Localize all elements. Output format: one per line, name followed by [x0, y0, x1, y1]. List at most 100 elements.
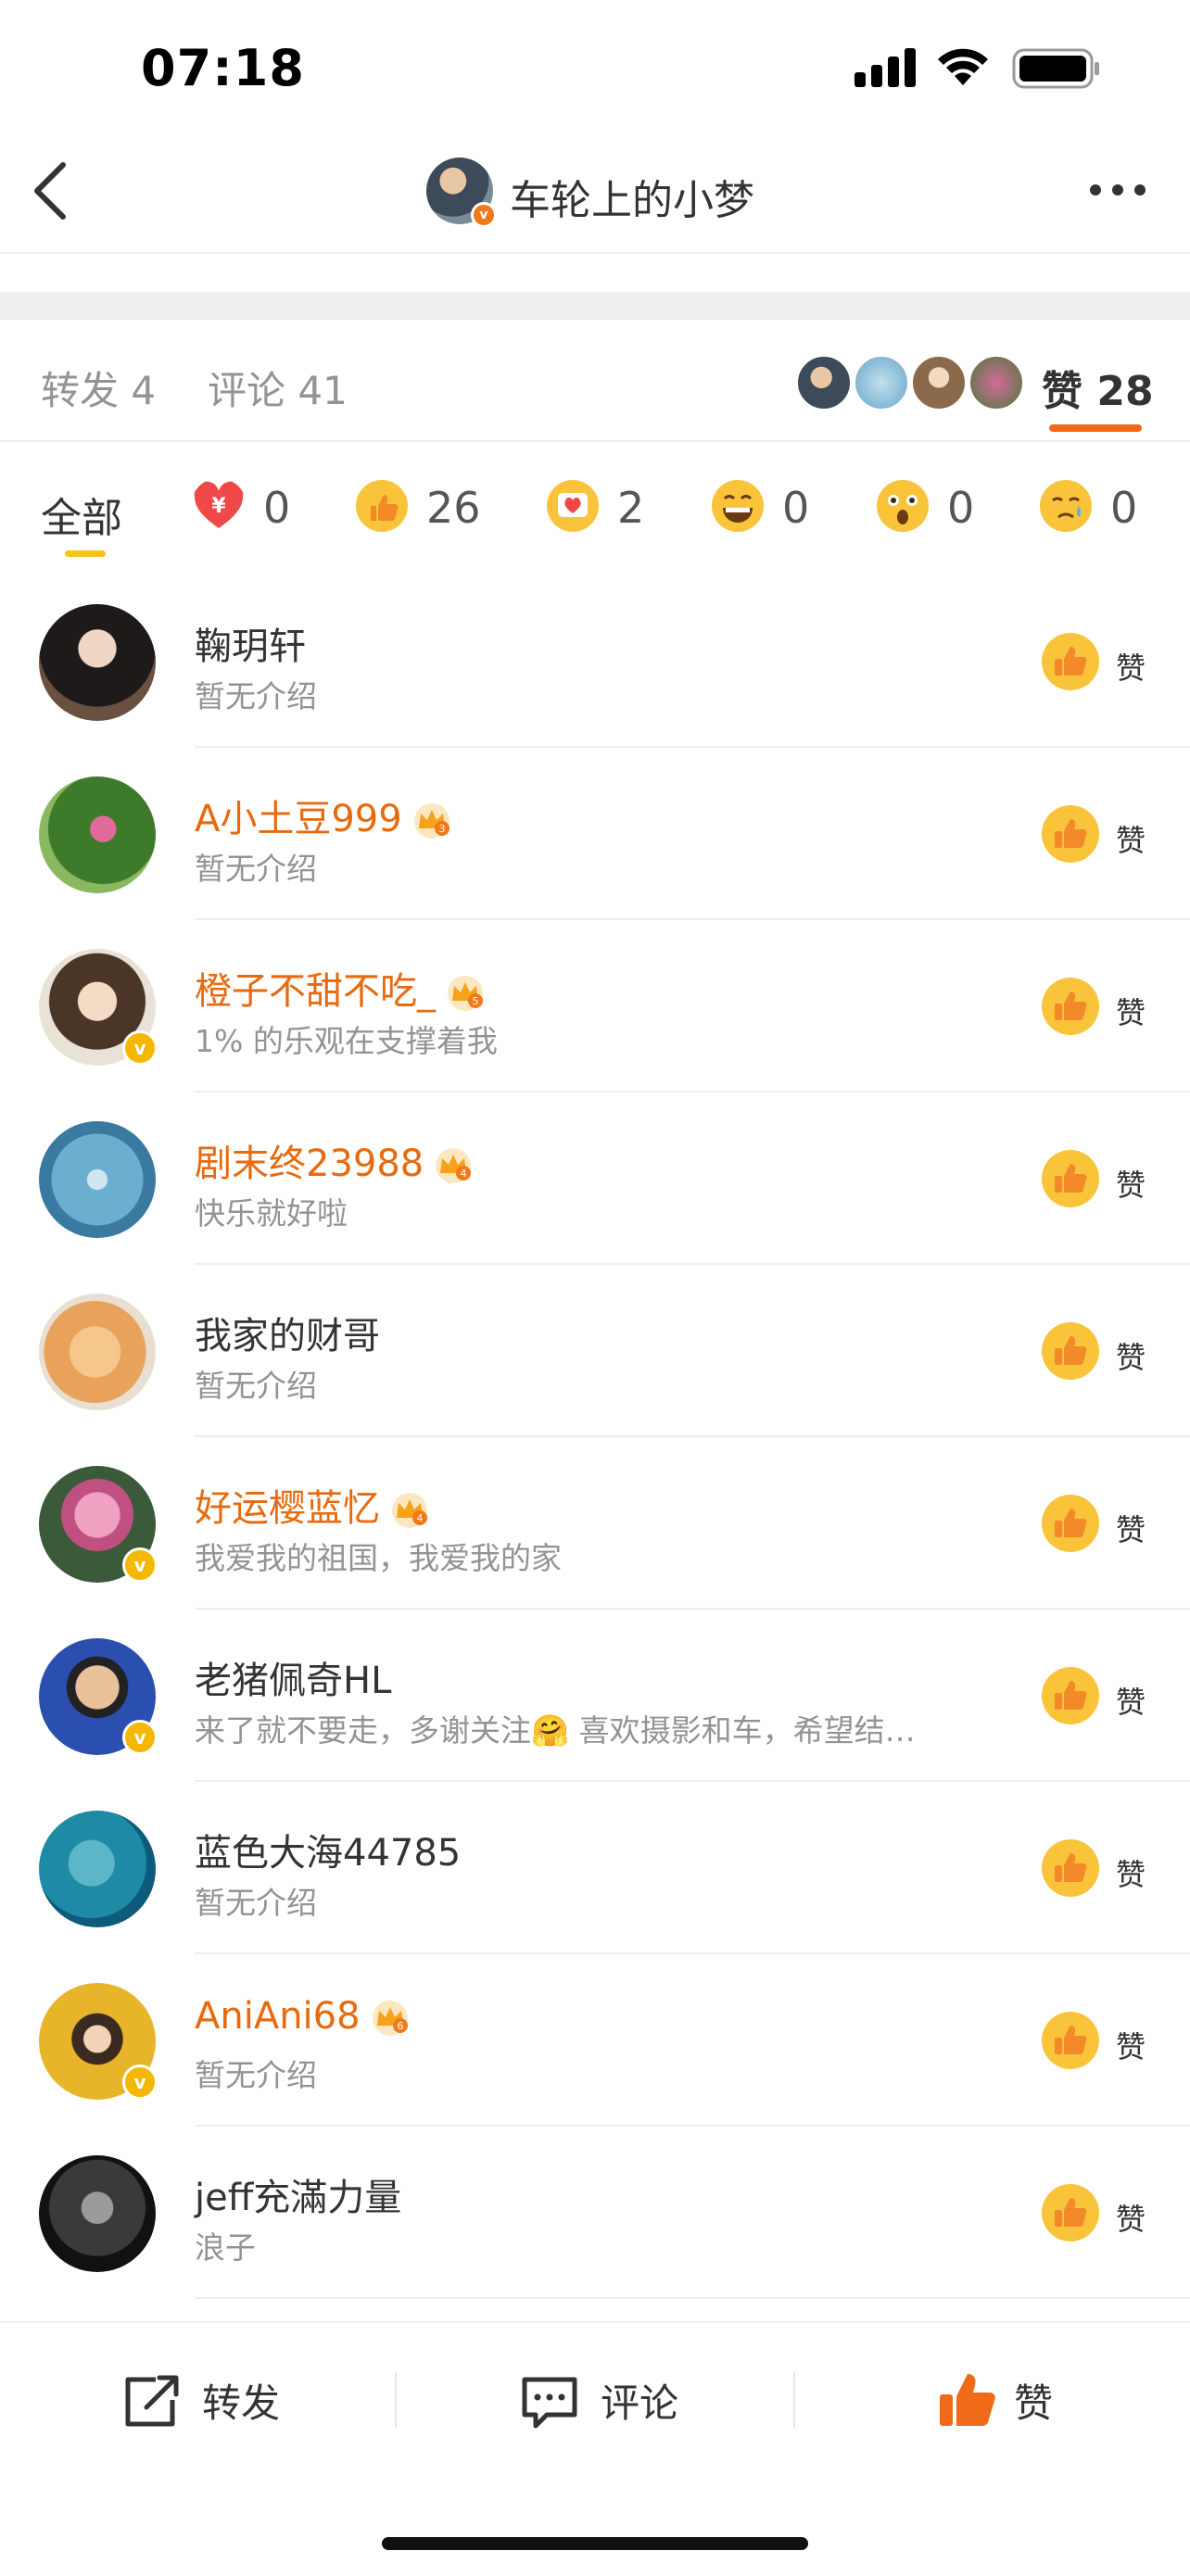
comment-button[interactable]: 评论	[601, 2372, 678, 2429]
user-name[interactable]: 老猪佩奇HL	[195, 1650, 391, 1704]
user-avatar[interactable]	[39, 604, 156, 721]
reaction-count: 0	[782, 483, 810, 533]
like-thumb-icon[interactable]	[1042, 1150, 1099, 1207]
user-avatar[interactable]	[39, 1811, 156, 1927]
verified-badge: v	[122, 1720, 158, 1755]
like-thumb-icon[interactable]	[1042, 2012, 1099, 2069]
back-chevron-icon[interactable]	[28, 158, 74, 224]
user-name[interactable]: 蓝色大海44785	[195, 1823, 461, 1876]
like-thumb-icon[interactable]	[1042, 1322, 1099, 1380]
comment-icon[interactable]	[519, 2374, 580, 2430]
user-avatar[interactable]	[39, 2155, 156, 2272]
like-label: 赞	[1116, 650, 1146, 686]
like-label: 赞	[1116, 2202, 1146, 2237]
toolbar-separator	[395, 2372, 397, 2428]
reaction-count: 0	[263, 483, 291, 533]
user-name[interactable]: 鞠玥轩	[195, 616, 306, 670]
vip-crown-icon: 6	[372, 2001, 408, 2036]
user-name-text: 剧末终23988	[195, 1143, 424, 1185]
user-bio: 1% 的乐观在支撑着我	[195, 1023, 498, 1059]
like-label: 赞	[1116, 823, 1146, 858]
row-divider	[195, 1263, 1190, 1265]
like-thumb-icon[interactable]	[1042, 978, 1099, 1035]
svg-text:¥: ¥	[211, 495, 226, 518]
user-name[interactable]: AniAni68 6	[195, 1995, 411, 2038]
vip-crown-icon: 4	[436, 1148, 472, 1183]
crying-emoji-icon[interactable]	[1038, 478, 1094, 534]
user-name[interactable]: 好运樱蓝忆 4	[195, 1478, 430, 1532]
user-name[interactable]: 我家的财哥	[195, 1306, 380, 1359]
reaction-count: 0	[1110, 483, 1138, 533]
section-separator	[0, 292, 1190, 320]
row-divider	[195, 1952, 1190, 1954]
verified-badge: v	[122, 1030, 158, 1066]
repost-icon[interactable]	[122, 2374, 184, 2430]
user-avatar[interactable]	[39, 1121, 156, 1238]
vip-crown-icon: 4	[392, 1493, 427, 1528]
thumbs-up-emoji-icon[interactable]	[354, 478, 410, 534]
thumbs-up-icon[interactable]	[936, 2368, 997, 2430]
vip-crown-icon: 5	[448, 976, 483, 1011]
user-name[interactable]: A小土豆999 3	[195, 789, 452, 842]
row-divider	[195, 1608, 1190, 1610]
surprised-emoji-icon[interactable]	[875, 478, 930, 534]
like-thumb-icon[interactable]	[1042, 2184, 1099, 2241]
tab-comment[interactable]: 评论 41	[208, 360, 348, 416]
row-divider	[195, 1780, 1190, 1782]
like-thumb-icon[interactable]	[1042, 1839, 1099, 1897]
row-divider	[195, 1091, 1190, 1092]
row-divider	[195, 1435, 1190, 1437]
home-indicator	[382, 2537, 808, 2550]
verified-badge: v	[471, 202, 497, 228]
user-bio: 暂无介绍	[195, 2057, 317, 2093]
tab-likes[interactable]: 赞 28	[1042, 358, 1154, 417]
row-divider	[195, 918, 1190, 920]
reaction-count: 2	[617, 483, 645, 533]
wifi-icon	[938, 48, 988, 85]
laughing-emoji-icon[interactable]	[710, 478, 766, 534]
toolbar-separator	[793, 2372, 795, 2428]
user-avatar[interactable]	[39, 1294, 156, 1410]
heart-card-emoji-icon[interactable]	[545, 478, 601, 534]
battery-icon	[1012, 48, 1099, 89]
user-bio: 浪子	[195, 2229, 256, 2266]
filter-all[interactable]: 全部	[41, 485, 122, 544]
row-divider	[195, 746, 1190, 748]
like-label: 赞	[1116, 1857, 1146, 1892]
vip-crown-icon: 3	[413, 803, 449, 839]
page-title[interactable]: 车轮上的小梦	[510, 167, 754, 226]
row-divider	[195, 2297, 1190, 2299]
vip-level: 5	[473, 995, 479, 1007]
user-name[interactable]: jeff充滿力量	[195, 2167, 401, 2221]
more-options-icon[interactable]	[1086, 180, 1149, 200]
user-name[interactable]: 剧末终23988 4	[195, 1133, 474, 1187]
yuan-heart-icon[interactable]: ¥	[191, 478, 247, 534]
liker-avatar	[968, 354, 1025, 411]
tab-likes-count: 28	[1096, 368, 1154, 415]
like-thumb-icon[interactable]	[1042, 1495, 1099, 1552]
user-bio: 我爱我的祖国，我爱我的家	[195, 1540, 562, 1576]
like-label: 赞	[1116, 1168, 1146, 1203]
like-thumb-icon[interactable]	[1042, 1667, 1099, 1724]
vip-level: 6	[397, 2020, 403, 2032]
cellular-signal-icon	[855, 48, 916, 87]
user-name[interactable]: 橙子不甜不吃_ 5	[195, 961, 486, 1015]
verified-badge: v	[122, 2065, 158, 2100]
tab-repost[interactable]: 转发 4	[41, 360, 156, 416]
like-thumb-icon[interactable]	[1042, 633, 1099, 690]
like-button[interactable]: 赞	[1014, 2372, 1053, 2429]
vip-level: 3	[438, 823, 445, 835]
liker-avatar	[795, 354, 853, 411]
like-label: 赞	[1116, 995, 1146, 1030]
status-time: 07:18	[141, 39, 305, 97]
user-bio: 快乐就好啦	[195, 1195, 348, 1231]
user-bio: 暂无介绍	[195, 851, 317, 887]
like-thumb-icon[interactable]	[1042, 805, 1099, 863]
user-name-text: 橙子不甜不吃_	[195, 970, 436, 1013]
status-bar: 07:18	[0, 0, 1190, 139]
repost-button[interactable]: 转发	[202, 2372, 280, 2429]
user-name-text: AniAni68	[195, 1995, 361, 2038]
user-avatar[interactable]	[39, 777, 156, 893]
vip-level: 4	[461, 1168, 467, 1180]
active-filter-indicator	[65, 550, 106, 557]
